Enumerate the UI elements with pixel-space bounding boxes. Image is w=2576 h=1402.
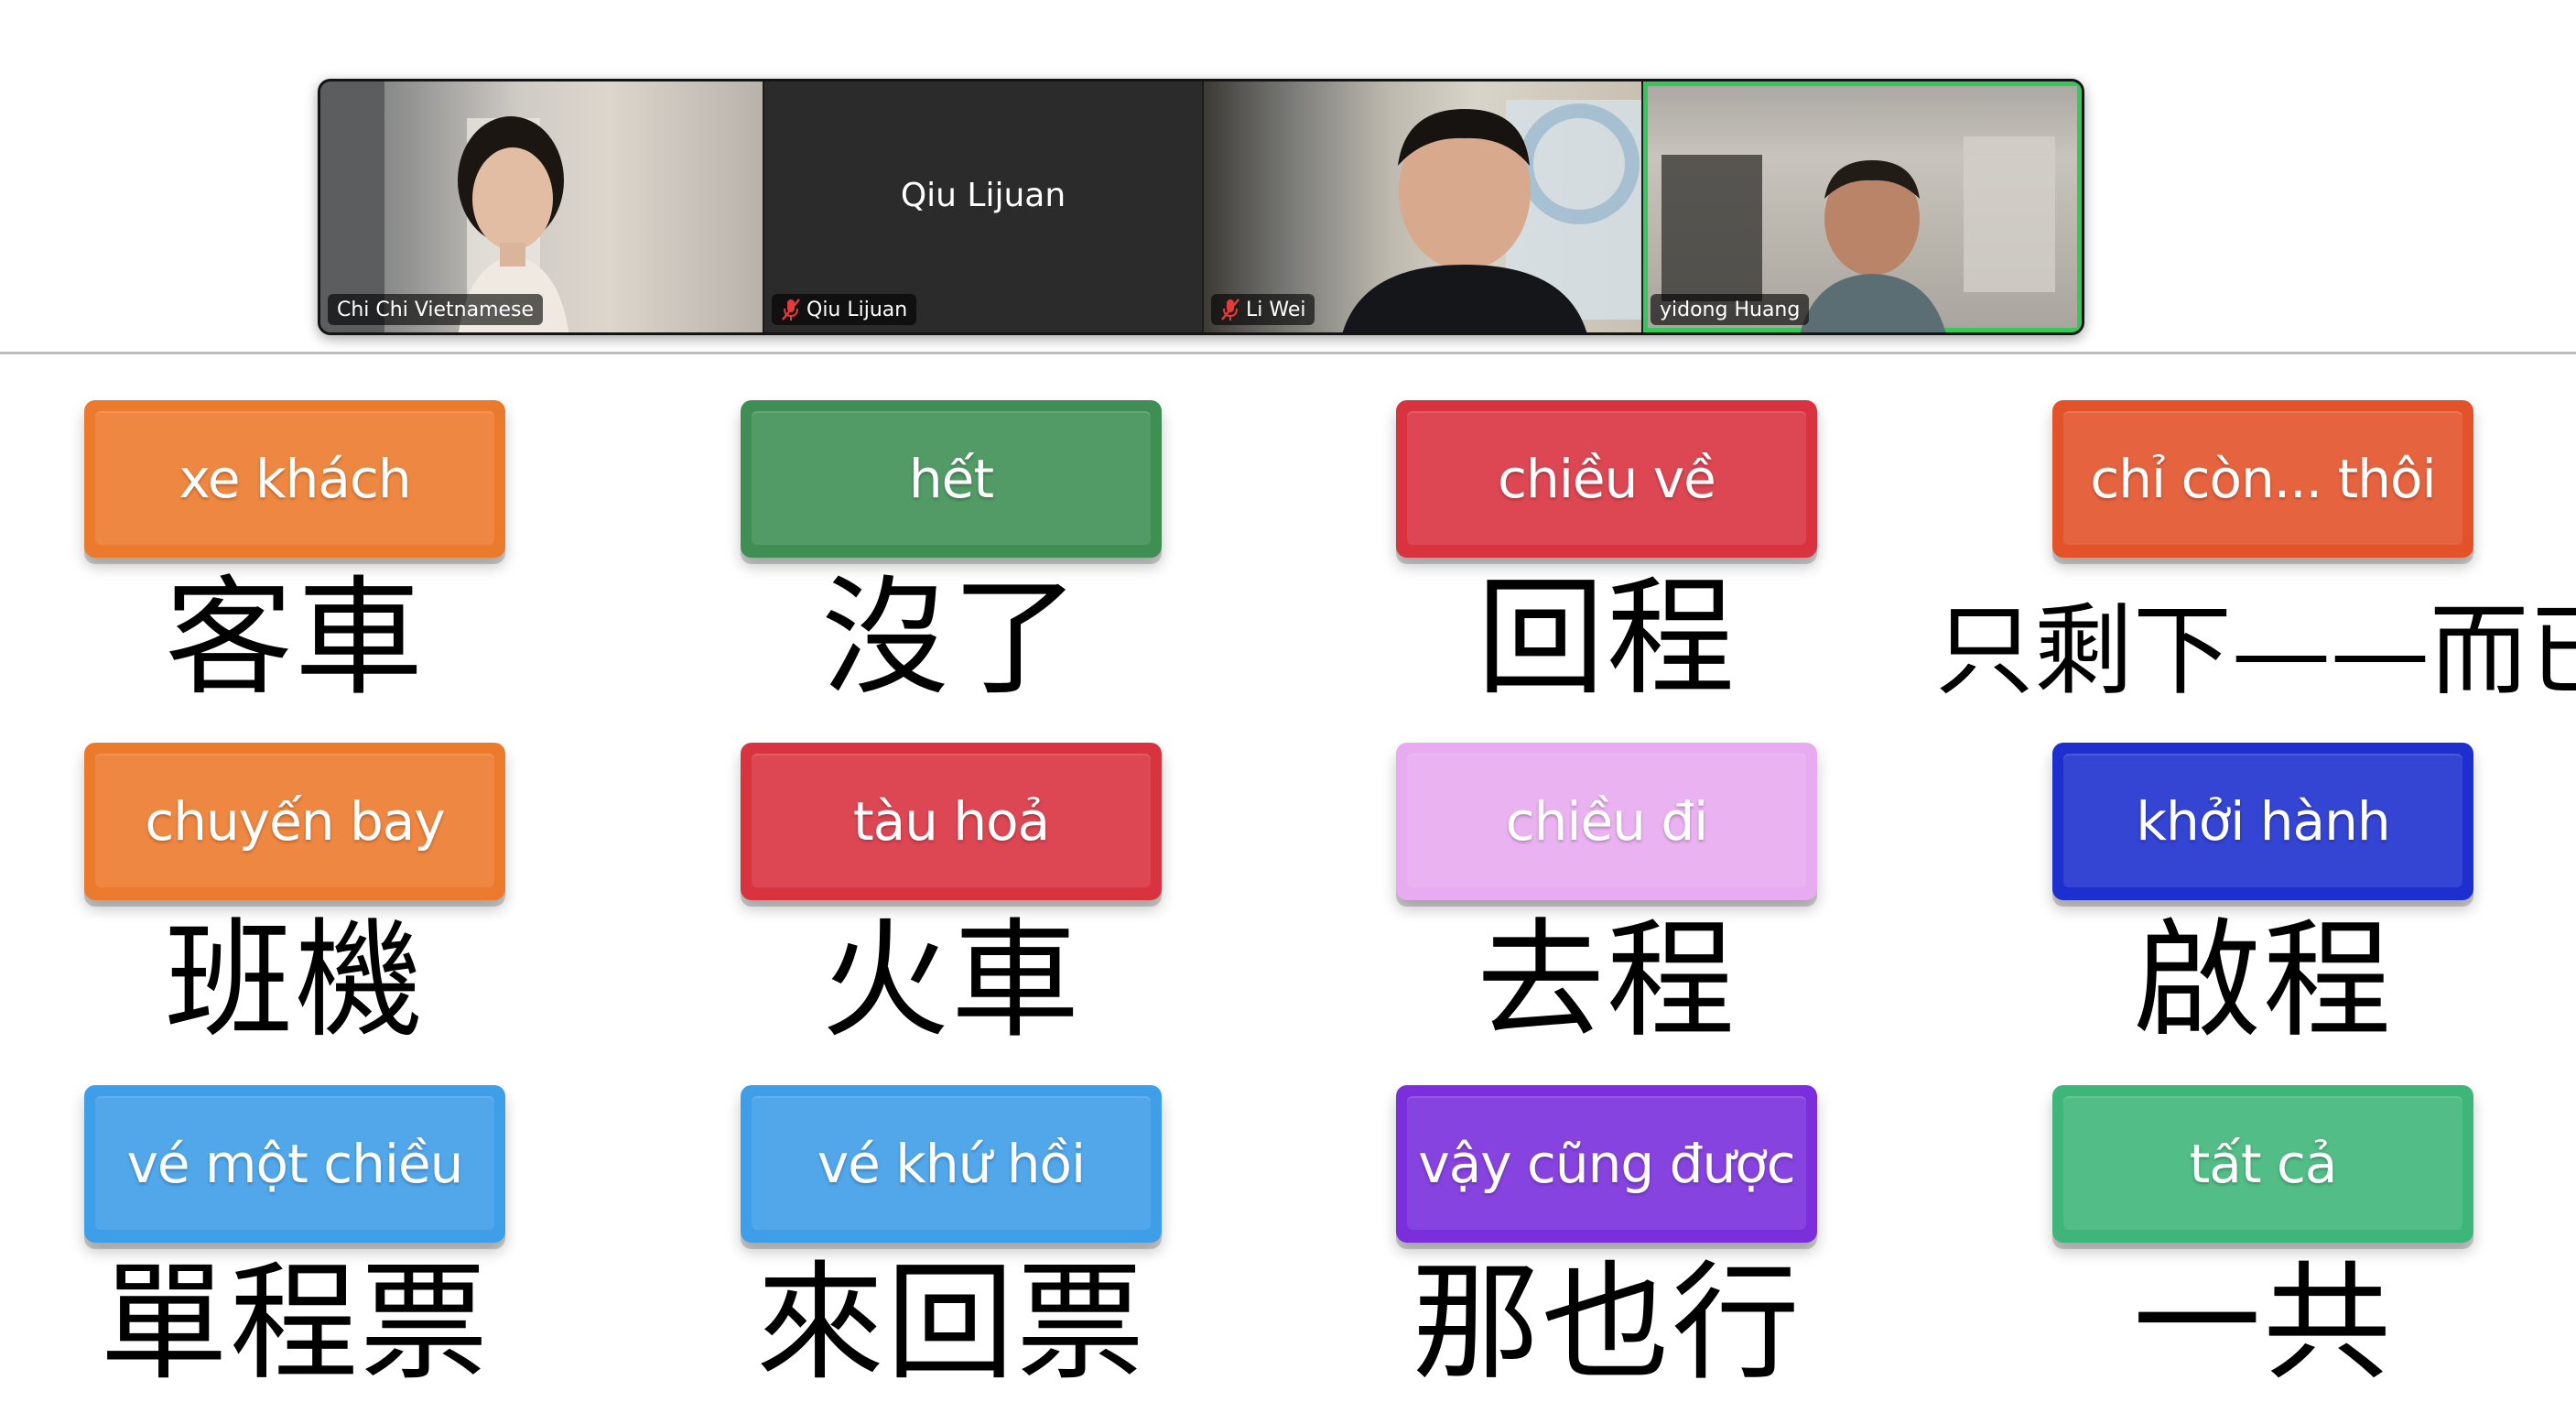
flashcard-khoi-hanh[interactable]: khởi hành 啟程 (2052, 743, 2473, 1056)
participant-name: Chi Chi Vietnamese (337, 298, 535, 321)
flashcard-chinese-text: 只剩下——而已 (1935, 594, 2576, 709)
video-tile-li-wei[interactable]: Li Wei (1204, 82, 1641, 332)
participant-name: yidong Huang (1660, 298, 1801, 321)
flashcard-vietnamese-text: vé một chiều (126, 1133, 464, 1195)
participant-name: Li Wei (1246, 298, 1306, 321)
flashcard-xe-khach[interactable]: xe khách 客車 (84, 400, 505, 713)
participant-name-tag: yidong Huang (1651, 294, 1810, 325)
flashcard-vietnamese-text: tất cả (2189, 1133, 2338, 1195)
flashcard-vietnamese-button[interactable]: xe khách (84, 400, 505, 558)
flashcard-vietnamese-text: chỉ còn... thôi (2090, 448, 2436, 510)
flashcard-vietnamese-text: chuyến bay (145, 790, 445, 853)
flashcard-vietnamese-text: vậy cũng được (1418, 1133, 1795, 1195)
flashcard-chinese-text: 客車 (164, 564, 425, 713)
flashcard-vietnamese-button[interactable]: tất cả (2052, 1085, 2473, 1243)
flashcard-vietnamese-button[interactable]: chiều về (1396, 400, 1817, 558)
flashcard-vietnamese-button[interactable]: chiều đi (1396, 743, 1817, 900)
flashcard-vietnamese-text: chiều về (1498, 448, 1716, 510)
flashcard-vietnamese-button[interactable]: vậy cũng được (1396, 1085, 1817, 1243)
flashcard-vietnamese-button[interactable]: chỉ còn... thôi (2052, 400, 2473, 558)
flashcard-vietnamese-text: vé khứ hồi (817, 1133, 1086, 1195)
flashcard-tau-hoa[interactable]: tàu hoả 火車 (741, 743, 1162, 1056)
flashcard-chinese-text: 火車 (820, 907, 1081, 1056)
flashcard-ve-khu-hoi[interactable]: vé khứ hồi 來回票 (741, 1085, 1162, 1398)
flashcard-chinese-text: 那也行 (1411, 1249, 1802, 1398)
flashcard-vietnamese-button[interactable]: khởi hành (2052, 743, 2473, 900)
flashcard-het[interactable]: hết 沒了 (741, 400, 1162, 713)
flashcard-vietnamese-text: khởi hành (2136, 790, 2390, 853)
video-tile-qiu-lijuan[interactable]: Qiu Lijuan Qiu Lijuan (764, 82, 1202, 332)
flashcard-vietnamese-button[interactable]: hết (741, 400, 1162, 558)
participant-name-tag: Chi Chi Vietnamese (328, 294, 544, 325)
flashcard-chi-con-thoi[interactable]: chỉ còn... thôi 只剩下——而已 (1935, 400, 2576, 709)
mic-muted-icon (782, 299, 800, 321)
flashcard-vietnamese-text: hết (908, 448, 994, 510)
mic-muted-icon (1221, 299, 1239, 321)
flashcard-chinese-text: 班機 (164, 907, 425, 1056)
flashcard-tat-ca[interactable]: tất cả 一共 (2052, 1085, 2473, 1398)
video-tile-chi-chi[interactable]: Chi Chi Vietnamese (320, 82, 763, 332)
flashcard-vietnamese-text: tàu hoả (852, 790, 1050, 853)
flashcard-chinese-text: 去程 (1476, 907, 1737, 1056)
flashcard-vietnamese-button[interactable]: tàu hoả (741, 743, 1162, 900)
flashcard-chinese-text: 回程 (1476, 564, 1737, 713)
participant-display-name: Qiu Lijuan (900, 177, 1066, 214)
flashcard-chinese-text: 一共 (2132, 1249, 2393, 1398)
participant-name-tag: Qiu Lijuan (772, 294, 917, 325)
flashcard-vietnamese-button[interactable]: chuyến bay (84, 743, 505, 900)
flashcard-chuyen-bay[interactable]: chuyến bay 班機 (84, 743, 505, 1056)
video-tile-yidong-huang[interactable]: yidong Huang (1643, 82, 2082, 332)
flashcard-ve-mot-chieu[interactable]: vé một chiều 單程票 (84, 1085, 505, 1398)
flashcard-vietnamese-button[interactable]: vé khứ hồi (741, 1085, 1162, 1243)
flashcard-chieu-ve[interactable]: chiều về 回程 (1396, 400, 1817, 713)
flashcard-vietnamese-text: chiều đi (1505, 790, 1709, 853)
participant-name-tag: Li Wei (1211, 294, 1315, 325)
participant-name: Qiu Lijuan (806, 298, 908, 321)
screen-share-divider (0, 352, 2576, 354)
flashcard-chinese-text: 沒了 (820, 564, 1081, 713)
flashcard-vietnamese-button[interactable]: vé một chiều (84, 1085, 505, 1243)
flashcard-chinese-text: 單程票 (99, 1249, 490, 1398)
flashcard-chieu-di[interactable]: chiều đi 去程 (1396, 743, 1817, 1056)
flashcard-vay-cung-duoc[interactable]: vậy cũng được 那也行 (1396, 1085, 1817, 1398)
video-gallery-strip: Chi Chi Vietnamese Qiu Lijuan Qiu Lijuan (318, 79, 2084, 335)
flashcard-chinese-text: 來回票 (755, 1249, 1146, 1398)
flashcard-vietnamese-text: xe khách (179, 448, 411, 510)
flashcard-chinese-text: 啟程 (2132, 907, 2393, 1056)
